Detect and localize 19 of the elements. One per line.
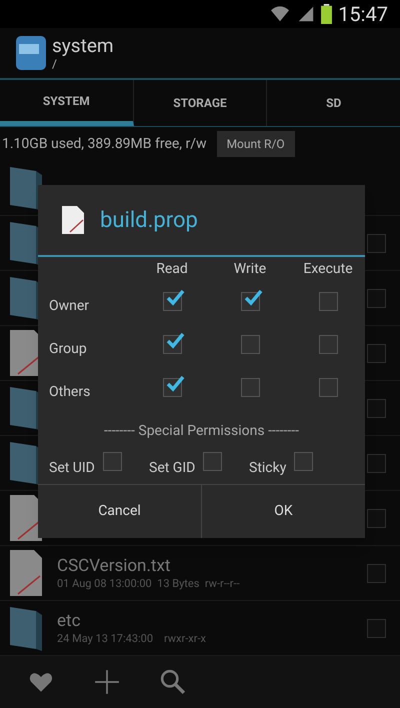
folder-title: system: [52, 34, 114, 58]
section-heading: -------- Special Permissions --------: [102, 422, 300, 441]
row-label: Group: [49, 340, 88, 359]
row-label: Others: [49, 383, 92, 402]
column-header: Write: [232, 260, 268, 279]
column-header: Read: [155, 260, 189, 279]
file-name: etc: [57, 610, 82, 632]
clock-time: 15:47: [338, 4, 388, 24]
column-header: Execute: [302, 260, 354, 279]
row-label: Owner: [49, 297, 90, 316]
file-details: 01 Aug 08 13:00:00 13 Bytes rw-r--r--: [57, 576, 241, 590]
storage-info: 1.10GB used, 389.89MB free, r/w: [2, 134, 207, 154]
file-details: 24 May 13 17:43:00 rwxr-xr-x: [57, 632, 207, 646]
path-text: /: [52, 57, 58, 72]
option-label: Set UID: [49, 459, 95, 478]
option-label: Sticky: [249, 459, 286, 478]
option-label: Set GID: [149, 459, 196, 478]
file-name: CSCVersion.txt: [57, 556, 172, 577]
dialog-title: build.prop: [100, 206, 198, 234]
